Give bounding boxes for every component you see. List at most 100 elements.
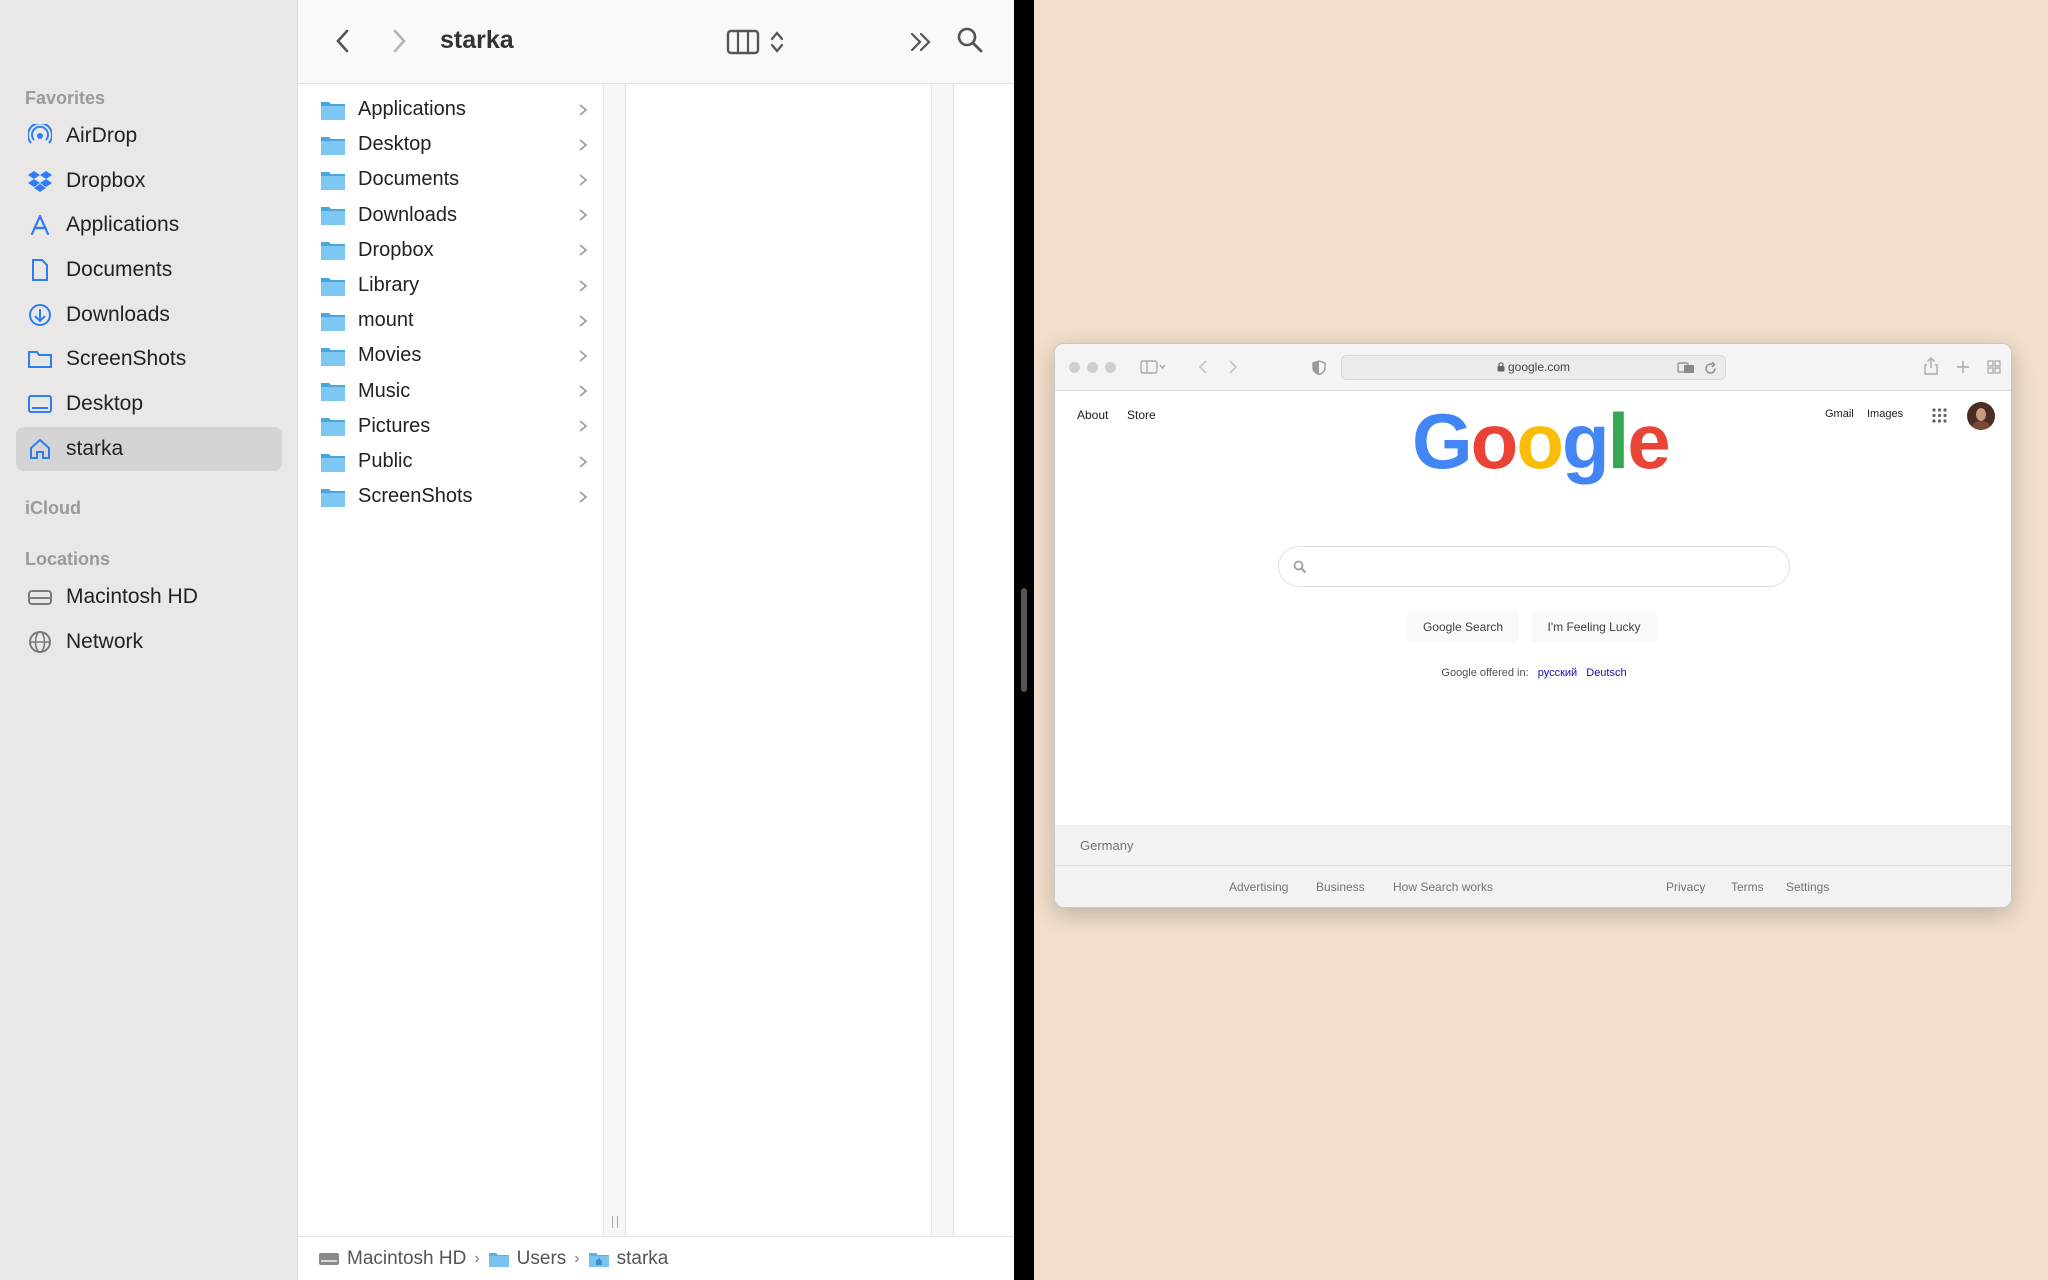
language-link-german[interactable]: Deutsch <box>1586 667 1626 679</box>
feeling-lucky-button[interactable]: I'm Feeling Lucky <box>1531 611 1657 643</box>
folder-icon <box>321 488 345 507</box>
folder-icon <box>321 171 345 190</box>
finder-column-2[interactable] <box>626 84 932 1236</box>
minimize-window-button[interactable] <box>1087 362 1098 373</box>
address-bar[interactable]: google.com <box>1341 355 1726 380</box>
reload-icon[interactable] <box>1704 362 1717 375</box>
folder-icon <box>321 207 345 226</box>
path-item-macintosh-hd[interactable]: Macintosh HD <box>318 1248 466 1270</box>
chevron-up-down-icon <box>770 31 784 53</box>
google-logo-letter: G <box>1412 397 1473 485</box>
chevron-right-icon <box>579 455 588 468</box>
folder-row[interactable]: Dropbox <box>320 233 590 268</box>
column-resize-handle[interactable] <box>604 84 626 1236</box>
store-link[interactable]: Store <box>1127 408 1156 422</box>
more-toolbar-button[interactable] <box>904 24 938 60</box>
close-window-button[interactable] <box>1069 362 1080 373</box>
finder-window: Favorites AirDrop Dropbox Applications D… <box>0 0 1014 1280</box>
hard-drive-icon <box>26 583 54 611</box>
images-link[interactable]: Images <box>1867 408 1903 420</box>
sidebar-item-network[interactable]: Network <box>16 620 282 664</box>
forward-button[interactable] <box>384 24 414 58</box>
folder-row[interactable]: Pictures <box>320 409 590 444</box>
document-icon <box>26 256 54 284</box>
gmail-link[interactable]: Gmail <box>1825 408 1854 420</box>
folder-row[interactable]: Downloads <box>320 198 590 233</box>
google-logo-letter: o <box>1516 397 1564 485</box>
tab-overview-icon[interactable] <box>1987 360 2001 374</box>
back-button[interactable] <box>328 24 358 58</box>
footer-divider <box>1055 865 2011 866</box>
folder-row[interactable]: Public <box>320 444 590 479</box>
google-search-button[interactable]: Google Search <box>1407 611 1519 643</box>
folder-icon <box>321 312 345 331</box>
about-link[interactable]: About <box>1077 408 1108 422</box>
footer-privacy-link[interactable]: Privacy <box>1666 880 1705 894</box>
search-icon <box>1293 560 1307 574</box>
forward-icon[interactable] <box>1228 360 1238 374</box>
folder-row[interactable]: Documents <box>320 162 590 197</box>
folder-label: Pictures <box>358 414 431 437</box>
zoom-window-button[interactable] <box>1105 362 1116 373</box>
account-avatar[interactable] <box>1967 402 1995 430</box>
new-tab-icon[interactable] <box>1956 360 1970 374</box>
search-button[interactable] <box>952 22 988 58</box>
sidebar-item-label: ScreenShots <box>66 347 187 370</box>
privacy-shield-icon[interactable] <box>1312 360 1326 375</box>
folder-icon <box>321 242 345 261</box>
home-folder-icon <box>588 1252 609 1267</box>
path-separator-icon: › <box>574 1249 580 1267</box>
apps-grid-icon[interactable] <box>1932 408 1947 423</box>
back-icon[interactable] <box>1198 360 1208 374</box>
sidebar-item-downloads[interactable]: Downloads <box>16 293 282 337</box>
finder-column-1[interactable]: Applications Desktop Documents Downloads Dro… <box>298 84 604 1236</box>
hard-drive-icon <box>319 1252 339 1265</box>
download-icon <box>26 301 54 329</box>
sidebar-item-screenshots[interactable]: ScreenShots <box>16 337 282 381</box>
folder-row[interactable]: Movies <box>320 338 590 373</box>
finder-toolbar: starka <box>298 0 1014 84</box>
folder-row[interactable]: mount <box>320 303 590 338</box>
sidebar-toggle-icon[interactable] <box>1140 360 1166 374</box>
sidebar-item-airdrop[interactable]: AirDrop <box>16 114 282 158</box>
share-icon[interactable] <box>1924 357 1938 375</box>
folder-row[interactable]: Desktop <box>320 127 590 162</box>
sidebar-item-macintosh-hd[interactable]: Macintosh HD <box>16 575 282 619</box>
chevron-right-icon <box>579 209 588 221</box>
google-logo-letter: g <box>1561 397 1610 485</box>
footer-terms-link[interactable]: Terms <box>1731 880 1764 894</box>
footer-advertising-link[interactable]: Advertising <box>1229 880 1288 894</box>
folder-row[interactable]: ScreenShots <box>320 479 590 514</box>
footer-business-link[interactable]: Business <box>1316 880 1365 894</box>
split-view-divider[interactable] <box>1014 0 1034 1280</box>
sidebar-item-label: Applications <box>66 213 180 236</box>
sidebar-item-label: Documents <box>66 258 173 281</box>
sidebar-item-applications[interactable]: Applications <box>16 203 282 247</box>
path-item-label: Macintosh HD <box>347 1247 467 1269</box>
sidebar-item-starka[interactable]: starka <box>16 427 282 471</box>
language-offer-text: Google offered in: <box>1441 667 1529 679</box>
split-view-handle[interactable] <box>1021 588 1027 692</box>
translate-icon[interactable] <box>1677 362 1695 374</box>
folder-row[interactable]: Library <box>320 268 590 303</box>
path-item-starka[interactable]: starka <box>588 1247 669 1270</box>
path-item-users[interactable]: Users <box>488 1248 566 1270</box>
path-item-label: starka <box>616 1247 669 1269</box>
locations-heading: Locations <box>25 549 111 569</box>
language-link-russian[interactable]: русский <box>1538 667 1577 679</box>
column-resize-handle[interactable] <box>932 84 954 1236</box>
sidebar-item-dropbox[interactable]: Dropbox <box>16 159 282 203</box>
footer-settings-link[interactable]: Settings <box>1786 880 1829 894</box>
google-search-input[interactable] <box>1278 546 1790 587</box>
folder-row[interactable]: Applications <box>320 92 590 127</box>
folder-icon <box>321 347 345 366</box>
chevron-right-icon <box>579 491 588 503</box>
chevron-right-icon <box>579 244 588 256</box>
sidebar-item-desktop[interactable]: Desktop <box>16 382 282 426</box>
folder-row[interactable]: Music <box>320 374 590 409</box>
applications-icon <box>26 211 54 239</box>
sidebar-item-documents[interactable]: Documents <box>16 248 282 292</box>
footer-how-search-works-link[interactable]: How Search works <box>1393 880 1493 894</box>
folder-label: Dropbox <box>358 238 434 261</box>
view-mode-button[interactable] <box>722 24 788 60</box>
